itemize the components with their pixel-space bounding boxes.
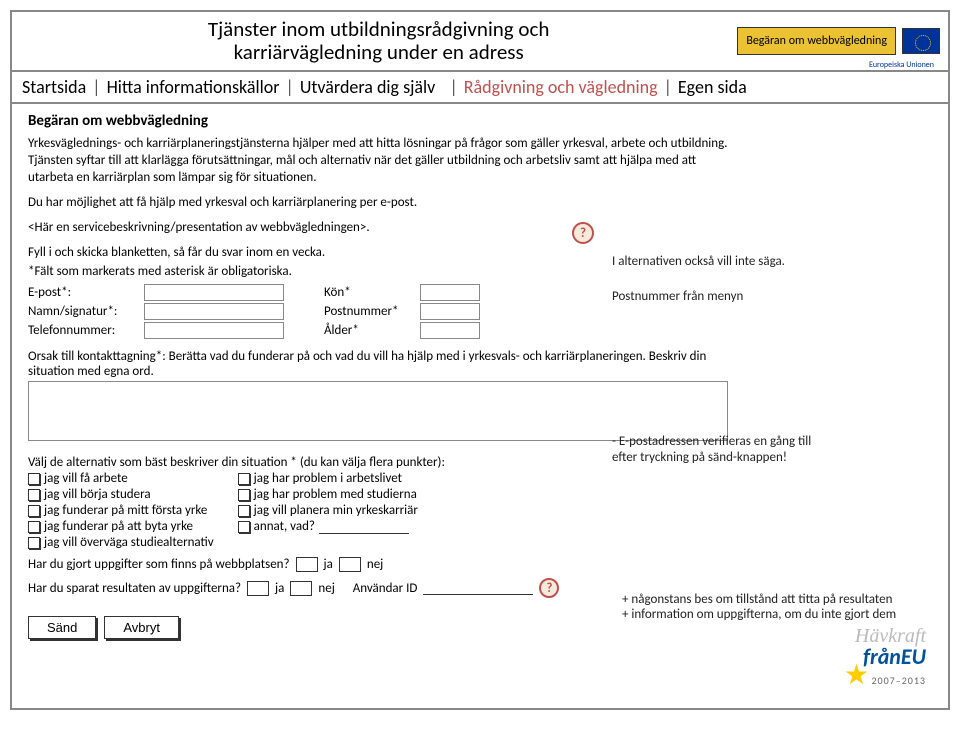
- opt-byta-yrke: jag funderar på att byta yrke: [44, 519, 193, 534]
- q2-text: Har du sparat resultaten av uppgifterna?: [28, 581, 241, 596]
- zip-input[interactable]: [420, 303, 480, 320]
- yes-label2: ja: [275, 581, 284, 596]
- opt-forsta-yrke: jag funderar på mitt första yrke: [44, 503, 207, 518]
- checkbox[interactable]: [238, 473, 250, 485]
- page-title: Tjänster inom utbildningsrådgivning och …: [20, 16, 737, 66]
- options-block: Välj de alternativ som bäst beskriver di…: [28, 455, 932, 551]
- q1-no-box[interactable]: [339, 557, 361, 572]
- userid-input[interactable]: [423, 581, 533, 595]
- field-age: Ålder*: [324, 322, 480, 339]
- field-zip: Postnummer*: [324, 303, 480, 320]
- options-col2: jag har problem i arbetslivet jag har pr…: [238, 470, 418, 551]
- field-email: E-post*:: [28, 284, 284, 301]
- opt-planera-karriar: jag vill planera min yrkeskarriär: [254, 503, 418, 518]
- no-label2: nej: [318, 581, 334, 596]
- help-icon-2[interactable]: ?: [539, 578, 559, 598]
- header-badge: Begäran om webbvägledning: [737, 27, 896, 55]
- checkbox[interactable]: [238, 489, 250, 501]
- q1-yes-box[interactable]: [296, 557, 318, 572]
- checkbox[interactable]: [238, 505, 250, 517]
- nav-startsida[interactable]: Startsida: [22, 76, 86, 98]
- checkbox[interactable]: [28, 537, 40, 549]
- opt-studera: jag vill börja studera: [44, 487, 151, 502]
- nav-sep: |: [664, 76, 672, 98]
- header-right: Begäran om webbvägledning: [737, 27, 940, 55]
- main-nav: Startsida | Hitta informationskällor | Ut…: [12, 72, 948, 104]
- intro-text: Yrkesväglednings- och karriärplaneringst…: [28, 136, 728, 187]
- page-frame: Tjänster inom utbildningsrådgivning och …: [10, 10, 950, 710]
- nav-sep: |: [92, 76, 100, 98]
- nav-hitta[interactable]: Hitta informationskällor: [107, 76, 280, 98]
- annotation-permission1: + någonstans bes om tillstånd att titta …: [622, 592, 942, 608]
- opt-studiealternativ: jag vill överväga studiealternativ: [44, 535, 214, 550]
- eu-flag-icon: [902, 28, 940, 54]
- field-gender: Kön*: [324, 284, 480, 301]
- form-row-3: Telefonnummer: Ålder*: [28, 322, 932, 339]
- annat-input[interactable]: [319, 520, 409, 534]
- phone-label: Telefonnummer:: [28, 323, 138, 338]
- opt-annat: annat, vad?: [254, 519, 315, 534]
- checkbox[interactable]: [238, 521, 250, 533]
- star-icon: ★: [844, 657, 869, 692]
- nav-utvardera[interactable]: Utvärdera dig själv: [300, 76, 435, 98]
- gender-label: Kön*: [324, 285, 414, 300]
- eu-flag-label: Europeiska Unionen: [869, 60, 934, 70]
- opt-problem-arbetslivet: jag har problem i arbetslivet: [254, 471, 402, 486]
- form-row-1: E-post*: Kön*: [28, 284, 932, 301]
- opt-problem-studierna: jag har problem med studierna: [254, 487, 417, 502]
- annotation-permission2: + information om uppgifterna, om du inte…: [622, 607, 942, 623]
- gender-input[interactable]: [420, 284, 480, 301]
- reason-label: Orsak till kontakttagning*: Berätta vad …: [28, 349, 728, 379]
- form-row-2: Namn/signatur*: Postnummer*: [28, 303, 932, 320]
- annotation-alternatives: I alternativen också vill inte säga.: [612, 254, 842, 270]
- section-title: Begäran om webbvägledning: [28, 112, 932, 130]
- field-phone: Telefonnummer:: [28, 322, 284, 339]
- field-name: Namn/signatur*:: [28, 303, 284, 320]
- age-label: Ålder*: [324, 323, 414, 338]
- email-input[interactable]: [144, 284, 284, 301]
- options-columns: jag vill få arbete jag vill börja studer…: [28, 470, 932, 551]
- q2-yes-box[interactable]: [247, 581, 269, 596]
- yes-label: ja: [324, 557, 333, 572]
- content: Begäran om webbvägledning Yrkesväglednin…: [12, 104, 948, 647]
- cancel-button[interactable]: Avbryt: [104, 616, 179, 639]
- checkbox[interactable]: [28, 521, 40, 533]
- intro-line2: Du har möjlighet att få hjälp med yrkesv…: [28, 195, 728, 212]
- question-line-1: Har du gjort uppgifter som finns på webb…: [28, 557, 932, 572]
- nav-sep: |: [441, 76, 457, 98]
- nav-sep: |: [286, 76, 294, 98]
- checkbox[interactable]: [28, 473, 40, 485]
- checkbox[interactable]: [28, 489, 40, 501]
- annotation-postnummer: Postnummer från menyn: [612, 289, 743, 305]
- eu-footer-logo: Hävkraft frånEU ★ 2007–2013: [844, 626, 926, 686]
- title-line2: karriärvägledning under en adress: [234, 39, 524, 65]
- no-label: nej: [367, 557, 383, 572]
- nav-egen-sida[interactable]: Egen sida: [678, 76, 747, 98]
- phone-input[interactable]: [144, 322, 284, 339]
- name-label: Namn/signatur*:: [28, 304, 138, 319]
- userid-label: Användar ID: [353, 581, 418, 596]
- reason-textarea[interactable]: [28, 381, 728, 441]
- service-placeholder: <Här en servicebeskrivning/presentation …: [28, 220, 728, 237]
- options-col1: jag vill få arbete jag vill börja studer…: [28, 470, 214, 551]
- header: Tjänster inom utbildningsrådgivning och …: [12, 12, 948, 72]
- age-input[interactable]: [420, 322, 480, 339]
- help-icon[interactable]: ?: [572, 222, 594, 244]
- opt-arbete: jag vill få arbete: [44, 471, 128, 486]
- nav-radgivning[interactable]: Rådgivning och vägledning: [464, 76, 658, 98]
- email-label: E-post*:: [28, 285, 138, 300]
- send-button[interactable]: Sänd: [28, 616, 96, 639]
- name-input[interactable]: [144, 303, 284, 320]
- checkbox[interactable]: [28, 505, 40, 517]
- logo-years: 2007–2013: [871, 674, 926, 687]
- q2-no-box[interactable]: [290, 581, 312, 596]
- title-line1: Tjänster inom utbildningsrådgivning och: [208, 16, 550, 42]
- zip-label: Postnummer*: [324, 304, 414, 319]
- q1-text: Har du gjort uppgifter som finns på webb…: [28, 557, 290, 572]
- annotation-email-verify: - E-postadressen verifieras en gång till…: [612, 434, 912, 465]
